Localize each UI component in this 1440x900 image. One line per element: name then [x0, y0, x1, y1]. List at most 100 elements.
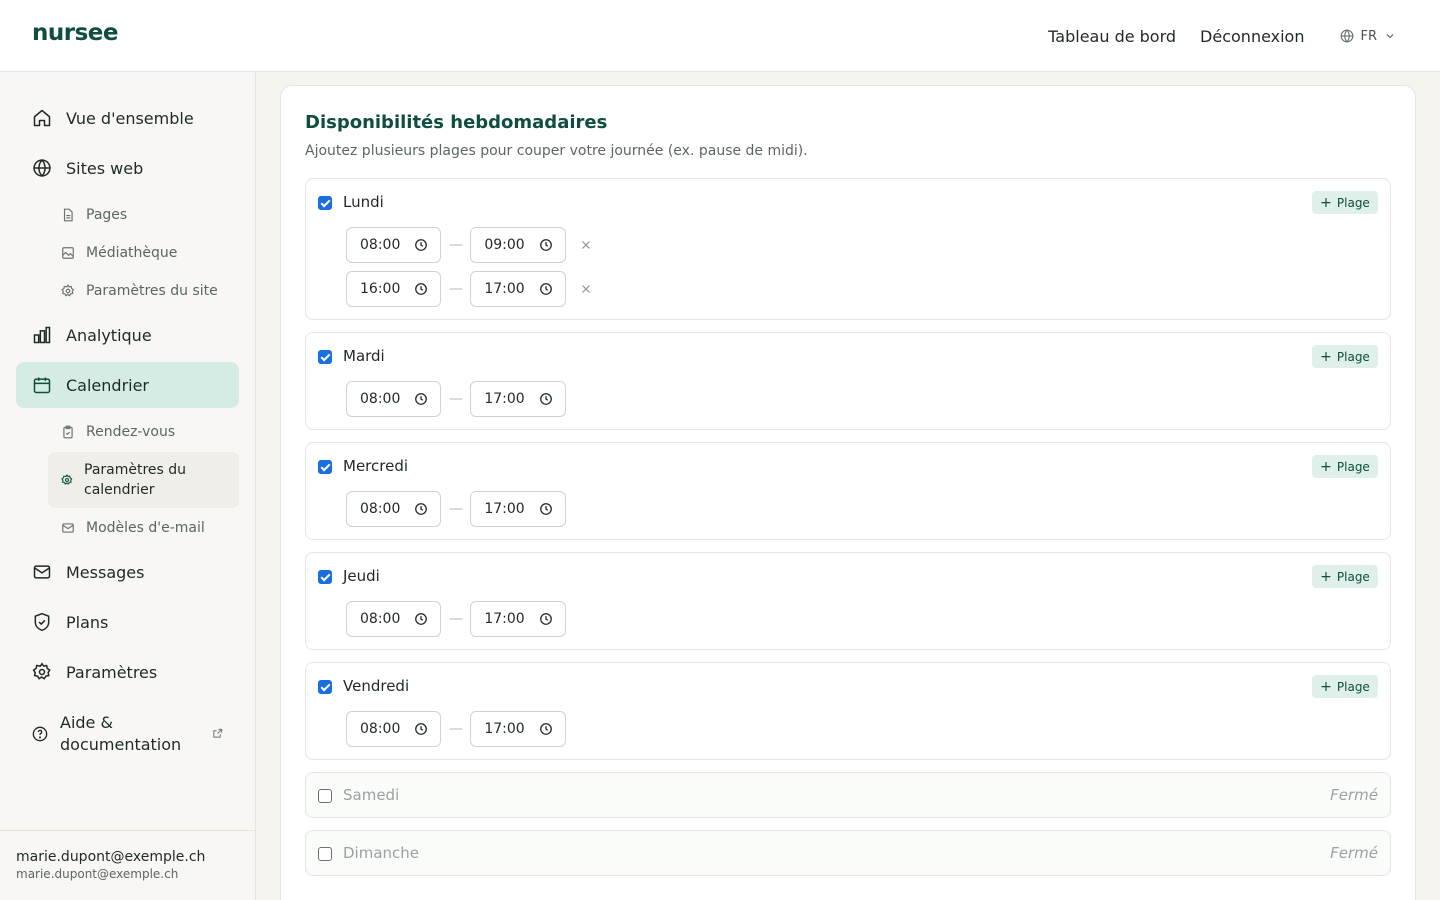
add-slot-button[interactable]: + Plage	[1312, 191, 1378, 214]
sidebar-item-label: Paramètres du site	[86, 283, 218, 299]
end-time-value: 17:00	[484, 611, 525, 627]
end-time-input[interactable]: 17:00	[470, 601, 566, 637]
start-time-input[interactable]: 08:00	[346, 601, 442, 637]
time-slot: 08:00 — 17:00	[346, 491, 566, 527]
sidebar-item-email-templates[interactable]: Modèles d'e-mail	[48, 511, 239, 545]
day-name: Mercredi	[343, 457, 409, 475]
end-time-input[interactable]: 17:00	[470, 271, 566, 307]
day-row: Dimanche Fermé	[305, 830, 1391, 876]
clock-icon	[415, 239, 428, 251]
sidebar-item-settings[interactable]: Paramètres	[16, 649, 239, 695]
add-slot-button[interactable]: + Plage	[1312, 455, 1378, 478]
sidebar-item-pages[interactable]: Pages	[48, 198, 239, 232]
day-row: Mercredi + Plage 08:00 — 17:00	[305, 442, 1391, 540]
logout-link[interactable]: Déconnexion	[1200, 27, 1304, 46]
availability-title: Disponibilités hebdomadaires	[305, 112, 608, 133]
plus-icon: +	[1320, 458, 1332, 475]
language-label: FR	[1360, 28, 1377, 44]
add-slot-button[interactable]: + Plage	[1312, 345, 1378, 368]
user-name: marie.dupont@exemple.ch	[16, 849, 206, 865]
range-separator: —	[448, 501, 463, 517]
clock-icon	[415, 613, 428, 625]
sidebar-item-label: Paramètres du calendrier	[84, 462, 187, 498]
end-time-value: 17:00	[484, 391, 525, 407]
sidebar-item-label: Paramètres	[66, 662, 158, 682]
sidebar-item-messages[interactable]: Messages	[16, 549, 239, 595]
user-email: marie.dupont@exemple.ch	[16, 867, 179, 881]
end-time-value: 17:00	[484, 281, 525, 297]
plus-icon: +	[1320, 568, 1332, 585]
start-time-input[interactable]: 08:00	[346, 227, 442, 263]
add-slot-button[interactable]: + Plage	[1312, 565, 1378, 588]
day-row: Samedi Fermé	[305, 772, 1391, 818]
user-account[interactable]: marie.dupont@exemple.ch marie.dupont@exe…	[0, 830, 255, 900]
start-time-value: 08:00	[360, 721, 401, 737]
sidebar-item-plans[interactable]: Plans	[16, 599, 239, 645]
remove-slot-button[interactable]	[580, 283, 592, 295]
end-time-value: 17:00	[484, 501, 525, 517]
end-time-input[interactable]: 17:00	[470, 381, 566, 417]
end-time-input[interactable]: 17:00	[470, 711, 566, 747]
sidebar-item-label: Modèles d'e-mail	[86, 520, 205, 536]
day-checkbox[interactable]	[318, 460, 332, 474]
add-slot-label: Plage	[1336, 679, 1370, 694]
availability-card: Disponibilités hebdomadaires Ajoutez plu…	[280, 85, 1416, 900]
clock-icon	[539, 283, 552, 295]
day-checkbox[interactable]	[318, 789, 332, 803]
day-checkbox[interactable]	[318, 196, 332, 210]
gear-icon	[61, 284, 75, 297]
end-time-input[interactable]: 17:00	[470, 491, 566, 527]
sidebar-item-help[interactable]: Aide & documentation	[16, 707, 239, 761]
main-content: Disponibilités hebdomadaires Ajoutez plu…	[256, 72, 1440, 900]
mail-icon	[33, 565, 51, 579]
add-slot-label: Plage	[1336, 195, 1370, 210]
day-checkbox[interactable]	[318, 350, 332, 364]
day-name: Jeudi	[343, 567, 380, 585]
sidebar-item-label: Analytique	[66, 325, 152, 345]
start-time-input[interactable]: 16:00	[346, 271, 442, 307]
range-separator: —	[448, 281, 463, 297]
plus-icon: +	[1320, 348, 1332, 365]
sidebar-item-websites[interactable]: Sites web	[16, 145, 239, 191]
remove-slot-button[interactable]	[580, 239, 592, 251]
dashboard-link[interactable]: Tableau de bord	[1048, 27, 1176, 46]
day-checkbox[interactable]	[318, 570, 332, 584]
logo[interactable]: nursee	[32, 20, 118, 46]
start-time-input[interactable]: 08:00	[346, 381, 442, 417]
range-separator: —	[448, 611, 463, 627]
bar-chart-icon	[33, 326, 51, 344]
start-time-value: 08:00	[360, 237, 401, 253]
day-checkbox[interactable]	[318, 847, 332, 861]
sidebar-item-site-settings[interactable]: Paramètres du site	[48, 274, 239, 308]
end-time-input[interactable]: 09:00	[470, 227, 566, 263]
sidebar-item-appointments[interactable]: Rendez-vous	[48, 415, 239, 449]
clock-icon	[415, 393, 428, 405]
day-checkbox[interactable]	[318, 680, 332, 694]
image-icon	[62, 247, 74, 259]
start-time-value: 16:00	[360, 281, 401, 297]
sidebar-item-label: Pages	[86, 207, 128, 223]
sidebar-item-overview[interactable]: Vue d'ensemble	[16, 95, 239, 141]
clock-icon	[539, 239, 552, 251]
add-slot-label: Plage	[1336, 349, 1370, 364]
time-slot: 08:00 — 17:00	[346, 381, 566, 417]
sidebar-item-analytics[interactable]: Analytique	[16, 312, 239, 358]
end-time-value: 17:00	[484, 721, 525, 737]
day-name: Vendredi	[343, 677, 410, 695]
plus-icon: +	[1320, 194, 1332, 211]
sidebar-item-calendar-settings[interactable]: Paramètres du calendrier	[48, 452, 239, 508]
start-time-input[interactable]: 08:00	[346, 491, 442, 527]
add-slot-button[interactable]: + Plage	[1312, 675, 1378, 698]
time-slot: 08:00 — 17:00	[346, 601, 566, 637]
language-selector[interactable]: FR	[1340, 29, 1396, 44]
sidebar-item-calendar[interactable]: Calendrier	[16, 362, 239, 408]
day-name: Lundi	[343, 193, 384, 211]
sidebar-item-media[interactable]: Médiathèque	[48, 236, 239, 270]
document-icon	[63, 208, 73, 222]
chevron-down-icon	[1386, 34, 1394, 39]
clock-icon	[415, 503, 428, 515]
start-time-value: 08:00	[360, 501, 401, 517]
start-time-input[interactable]: 08:00	[346, 711, 442, 747]
globe-icon	[1341, 29, 1354, 43]
sidebar-item-label: Plans	[66, 612, 109, 632]
